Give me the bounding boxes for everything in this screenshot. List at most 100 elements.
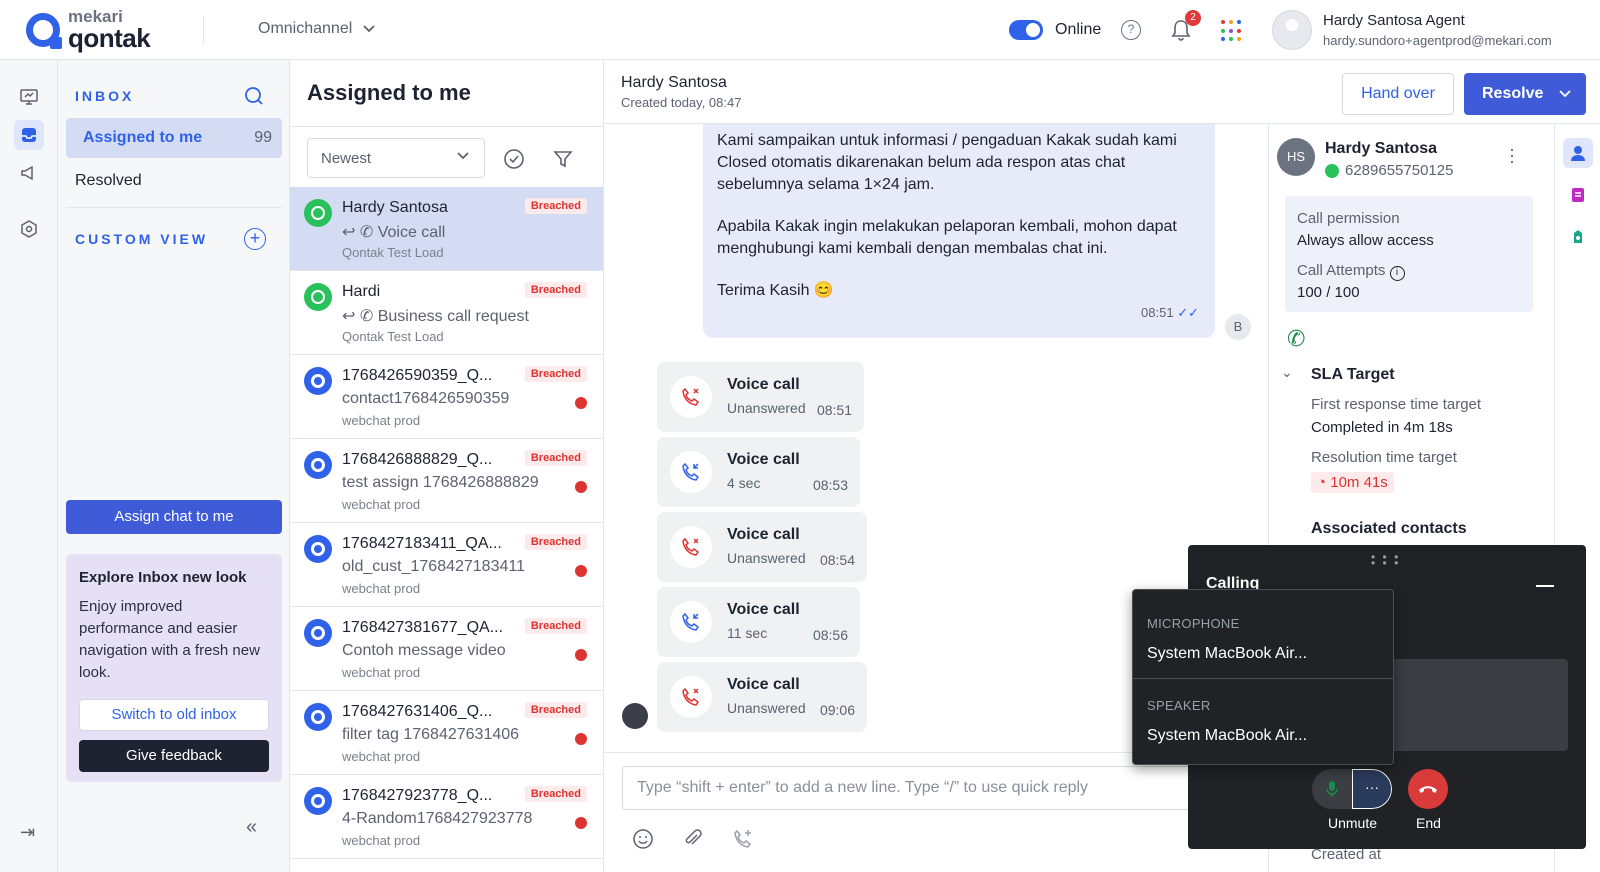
breached-badge: Breached xyxy=(524,450,587,466)
search-icon[interactable] xyxy=(244,86,264,106)
end-label: End xyxy=(1416,815,1441,831)
conversation-source: webchat prod xyxy=(342,497,421,512)
whatsapp-icon xyxy=(304,199,332,227)
user-avatar xyxy=(622,703,648,729)
call-permission-value: Always allow access xyxy=(1297,232,1434,249)
breached-badge: Breached xyxy=(524,618,587,634)
chevron-down-icon[interactable] xyxy=(1558,73,1572,115)
apps-grid-icon[interactable] xyxy=(1221,20,1243,42)
call-title: Voice call xyxy=(727,676,800,693)
list-item[interactable]: 1768426590359_Q... Breached contact17684… xyxy=(290,355,603,439)
call-attempts-value: 100 / 100 xyxy=(1297,284,1360,301)
check-circle-icon[interactable] xyxy=(503,148,525,170)
list-item[interactable]: 1768427631406_Q... Breached filter tag 1… xyxy=(290,691,603,775)
channel-selector[interactable]: Omnichannel xyxy=(258,20,376,38)
device-options-button[interactable]: ··· xyxy=(1352,769,1392,809)
filter-icon[interactable] xyxy=(552,148,574,170)
chat-contact-name: Hardy Santosa xyxy=(621,74,727,91)
list-title: Assigned to me xyxy=(307,80,471,105)
list-item[interactable]: 1768427183411_QA... Breached old_cust_17… xyxy=(290,523,603,607)
collapse-panel-icon[interactable]: « xyxy=(246,816,257,839)
hand-over-button[interactable]: Hand over xyxy=(1342,73,1454,115)
missed-call-icon xyxy=(670,526,712,568)
conversation-preview: old_cust_1768427183411 xyxy=(342,558,525,575)
custom-view-title: CUSTOM VIEW xyxy=(75,231,209,247)
sort-select[interactable]: Newest xyxy=(307,138,485,178)
conversation-source: webchat prod xyxy=(342,749,421,764)
monitor-icon xyxy=(20,89,38,105)
call-log-item[interactable]: Voice call 4 sec 08:53 xyxy=(657,437,860,507)
inbox-item-assigned[interactable]: Assigned to me 99 xyxy=(66,118,282,158)
notes-tab[interactable] xyxy=(1563,180,1593,210)
more-vertical-icon[interactable]: · · · xyxy=(1509,140,1515,170)
give-feedback-button[interactable]: Give feedback xyxy=(79,740,269,772)
call-log-item[interactable]: Voice call Unanswered 08:51 xyxy=(657,362,864,432)
unread-dot xyxy=(575,649,587,661)
message-text: Kami sampaikan untuk informasi / pengadu… xyxy=(717,132,1177,193)
bag-icon xyxy=(1574,230,1582,243)
call-time: 08:51 xyxy=(816,402,852,418)
conversation-source: webchat prod xyxy=(342,665,421,680)
chevron-down-icon xyxy=(363,25,375,33)
list-item[interactable]: 1768426888829_Q... Breached test assign … xyxy=(290,439,603,523)
webchat-icon xyxy=(304,535,332,563)
call-time: 09:06 xyxy=(819,702,855,718)
expand-rail-icon[interactable]: ⇥ xyxy=(20,822,35,843)
message-input[interactable]: Type “shift + enter” to add a new line. … xyxy=(622,766,1222,810)
chevron-down-icon[interactable]: ⌄ xyxy=(1281,364,1293,381)
drag-handle-icon[interactable]: • • • • • • xyxy=(1371,551,1400,569)
conversation-name: 1768427631406_Q... xyxy=(342,703,493,720)
divider xyxy=(1133,678,1393,679)
rail-inbox[interactable] xyxy=(14,120,44,150)
help-icon[interactable]: ? xyxy=(1121,20,1141,40)
qontak-logo[interactable]: mekari qontak xyxy=(26,8,151,51)
resolve-button[interactable]: Resolve xyxy=(1464,73,1586,115)
list-item[interactable]: 1768427381677_QA... Breached Contoh mess… xyxy=(290,607,603,691)
mute-control: ··· xyxy=(1312,769,1392,809)
minimize-icon[interactable] xyxy=(1536,585,1554,587)
conversation-source: webchat prod xyxy=(342,413,421,428)
attachment-icon[interactable] xyxy=(682,828,704,850)
call-time: 08:53 xyxy=(812,477,848,493)
online-toggle[interactable] xyxy=(1009,20,1043,40)
add-custom-view-icon[interactable]: + xyxy=(244,228,266,250)
associated-contacts-title[interactable]: Associated contacts xyxy=(1311,520,1467,538)
call-title: Voice call xyxy=(727,601,800,618)
unread-dot xyxy=(575,565,587,577)
call-icon[interactable]: ✆ xyxy=(1287,326,1305,352)
emoji-icon[interactable] xyxy=(632,828,654,850)
sort-value: Newest xyxy=(321,150,372,167)
webchat-icon xyxy=(304,619,332,647)
incoming-call-icon xyxy=(670,451,712,493)
rail-dashboard[interactable] xyxy=(14,82,44,112)
contact-name: Hardy Santosa xyxy=(1325,140,1438,157)
call-log-item[interactable]: Voice call 11 sec 08:56 xyxy=(657,587,860,657)
contact-info-tab[interactable] xyxy=(1563,138,1593,168)
end-call-button[interactable] xyxy=(1408,769,1448,809)
microphone-icon xyxy=(1326,781,1338,797)
conversation-preview: contact1768426590359 xyxy=(342,390,510,407)
switch-old-inbox-button[interactable]: Switch to old inbox xyxy=(79,699,269,731)
assign-chat-button[interactable]: Assign chat to me xyxy=(66,500,282,534)
add-call-icon[interactable] xyxy=(732,828,754,850)
call-title: Voice call xyxy=(727,526,800,543)
list-item[interactable]: Hardi Breached ↩ ✆ Business call request… xyxy=(290,271,603,355)
rail-settings[interactable] xyxy=(14,214,44,244)
call-log-item[interactable]: Voice call Unanswered 09:06 xyxy=(657,662,867,732)
sla-title: SLA Target xyxy=(1311,366,1395,383)
inbox-item-resolved[interactable]: Resolved xyxy=(75,172,142,190)
breached-badge: Breached xyxy=(524,534,587,550)
microphone-section-label: MICROPHONE xyxy=(1147,616,1240,631)
crm-tab[interactable] xyxy=(1563,222,1593,252)
speaker-option[interactable]: System MacBook Air... xyxy=(1147,727,1307,745)
microphone-option[interactable]: System MacBook Air... xyxy=(1147,645,1307,663)
call-log-item[interactable]: Voice call Unanswered 08:54 xyxy=(657,512,867,582)
microphone-button[interactable] xyxy=(1312,769,1352,809)
list-item[interactable]: Hardy Santosa Breached ↩ ✆ Voice call Qo… xyxy=(290,187,603,271)
hang-up-icon xyxy=(1419,786,1437,793)
call-time: 08:54 xyxy=(819,552,855,568)
agent-avatar[interactable] xyxy=(1272,10,1312,50)
list-item[interactable]: 1768427923778_Q... Breached 4-Random1768… xyxy=(290,775,603,859)
conversation-name: 1768427923778_Q... xyxy=(342,787,493,804)
rail-broadcast[interactable] xyxy=(14,158,44,188)
